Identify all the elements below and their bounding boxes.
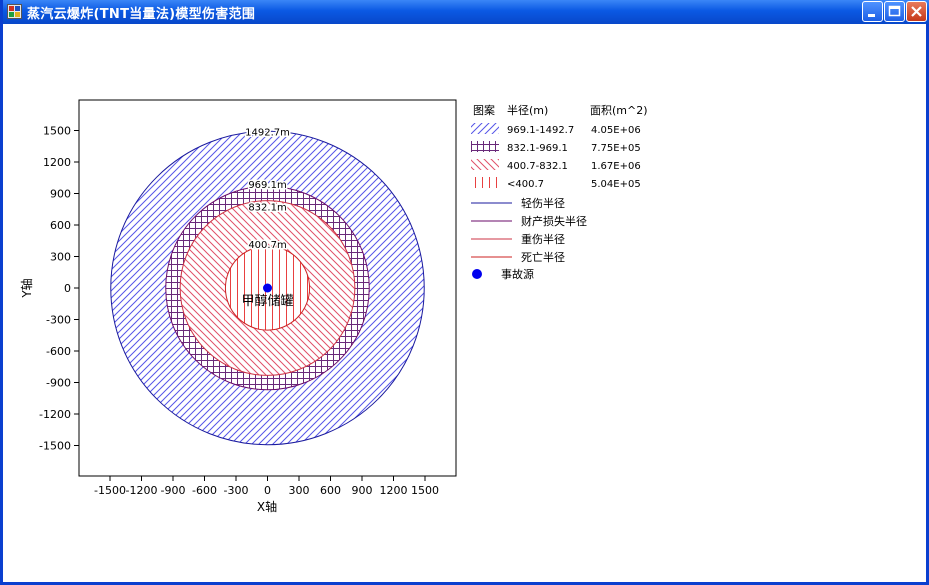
radius-circle-3 [224,245,311,331]
legend-range-1: 832.1-969.1 [507,143,568,154]
legend-range-0: 969.1-1492.7 [507,125,574,136]
legend-source-label: 事故源 [501,267,534,281]
radius-circle-0 [110,130,425,446]
damage-zone-3 [225,245,310,331]
maximize-button[interactable] [884,1,905,22]
y-axis-label: Y轴 [19,278,34,298]
radius-circle-2 [179,200,356,376]
y-tick-label: -900 [46,377,71,390]
legend-range-2: 400.7-832.1 [507,161,568,172]
y-tick-label: 600 [50,219,71,232]
damage-zone-0 [110,131,425,445]
x-tick-label: -600 [192,484,217,497]
x-tick-label: -900 [161,484,186,497]
window-title: 蒸汽云爆炸(TNT当量法)模型伤害范围 [27,7,256,22]
close-button[interactable] [906,1,927,22]
legend-swatch-2 [471,159,499,170]
y-tick-label: -600 [46,345,71,358]
legend-swatch-3 [471,177,499,188]
radius-label-2: 832.1m [248,203,286,214]
legend-area-2: 1.67E+06 [591,161,641,172]
y-tick-label: -1200 [39,408,71,421]
app-icon [7,4,22,19]
x-tick-label: 1500 [411,484,439,497]
title-bar[interactable]: 蒸汽云爆炸(TNT当量法)模型伤害范围 [3,0,929,24]
x-tick-label: -1500 [94,484,126,497]
close-icon [911,6,922,17]
legend-header-pattern: 图案 [473,103,495,117]
source-label: 甲醇储罐 [241,293,293,309]
y-tick-label: -1500 [39,440,71,453]
legend-header-radius: 半径(m) [507,103,548,117]
x-tick-label: -300 [224,484,249,497]
y-tick-label: 300 [50,251,71,264]
y-tick-label: 900 [50,188,71,201]
legend-line-label-3: 死亡半径 [521,250,565,264]
damage-range-chart: 1492.7m969.1m832.1m400.7m甲醇储罐15001200900… [19,99,648,514]
maximize-icon [888,5,901,17]
radius-label-3: 400.7m [248,240,286,251]
minimize-button[interactable] [862,1,883,22]
y-tick-label: 1500 [43,125,71,138]
legend-line-label-0: 轻伤半径 [521,196,565,210]
legend-area-0: 4.05E+06 [591,125,641,136]
legend-source-marker [472,269,482,279]
radius-label-1: 969.1m [248,180,286,191]
legend-line-label-1: 财产损失半径 [521,214,587,228]
radius-label-0: 1492.7m [245,127,290,138]
damage-zone-2 [180,200,355,376]
legend-header-area: 面积(m^2) [590,104,648,117]
legend-range-3: <400.7 [507,179,544,190]
legend-swatch-1 [471,141,499,152]
radius-circle-1 [165,185,370,391]
y-tick-label: 0 [64,282,71,295]
app-window: 蒸汽云爆炸(TNT当量法)模型伤害范围 1492.7m 969.1m 832.1… [0,0,929,585]
legend-area-1: 7.75E+05 [591,143,641,154]
minimize-icon [868,14,875,17]
y-tick-label: 1200 [43,156,71,169]
accident-source-point [263,283,272,293]
x-tick-label: 1200 [380,484,408,497]
y-tick-label: -300 [46,314,71,327]
legend-swatch-0 [471,123,499,134]
legend-area-3: 5.04E+05 [591,179,641,190]
x-tick-label: 0 [264,484,271,497]
legend-line-label-2: 重伤半径 [521,232,565,246]
plot-area [78,99,457,477]
x-tick-label: 300 [289,484,310,497]
x-tick-label: 600 [320,484,341,497]
x-tick-label: 900 [352,484,373,497]
damage-zone-1 [165,186,370,390]
x-axis-label: X轴 [257,499,277,514]
x-tick-label: -1200 [126,484,158,497]
